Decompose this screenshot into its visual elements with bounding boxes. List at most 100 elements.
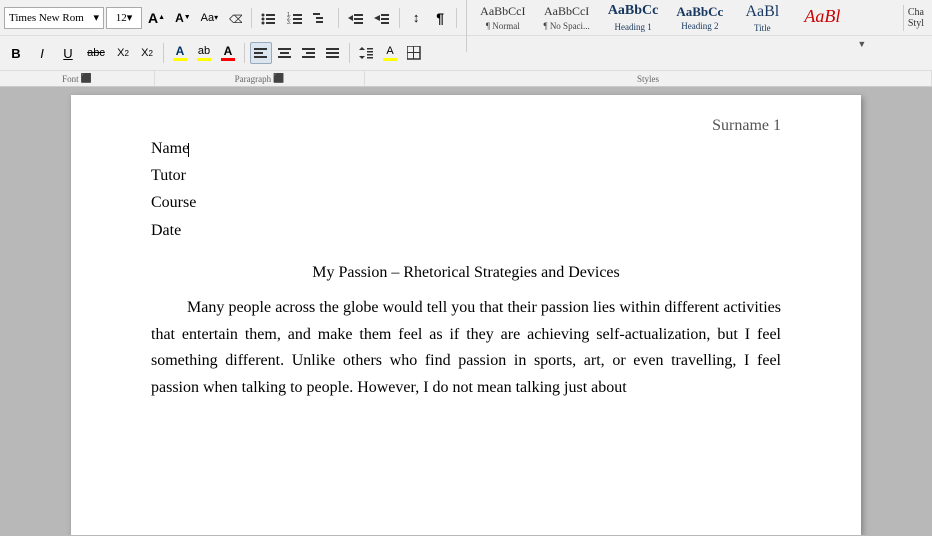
align-right-button[interactable] (298, 42, 320, 64)
paragraph1-text: Many people across the globe would tell … (151, 299, 781, 395)
decrease-indent-button[interactable] (344, 7, 368, 29)
change-case-button[interactable]: Aa▾ (197, 7, 222, 29)
highlight-button[interactable]: ab (193, 42, 215, 64)
style-extra[interactable]: AaBl (792, 0, 852, 52)
justify-button[interactable] (322, 42, 344, 64)
document-page: Surname 1 Name Tutor Course Date My Pass… (71, 95, 861, 535)
style-h2-preview: AaBbCc (676, 4, 723, 20)
separator6 (244, 43, 245, 63)
clear-format-button[interactable]: ⌫ (224, 7, 246, 29)
document-area: Surname 1 Name Tutor Course Date My Pass… (0, 87, 932, 535)
multilevel-button[interactable] (309, 7, 333, 29)
separator5 (163, 43, 164, 63)
styles-panel: AaBbCcI ¶ Normal AaBbCcI ¶ No Spaci... A… (466, 0, 899, 52)
style-nospace-label: ¶ No Spaci... (543, 21, 589, 31)
bullets-button[interactable] (257, 7, 281, 29)
paragraph1: Many people across the globe would tell … (151, 295, 781, 401)
bold-button[interactable]: B (4, 42, 28, 64)
font-color-icon: A (221, 45, 235, 61)
styles-section-label: Styles (365, 71, 932, 86)
text-effect-button[interactable]: A (169, 42, 191, 64)
font-size-arrow: ▾ (127, 11, 133, 24)
field-tutor: Tutor (151, 162, 781, 189)
separator2 (338, 8, 339, 28)
line-spacing-button[interactable] (355, 42, 377, 64)
separator3 (399, 8, 400, 28)
style-h2-label: Heading 2 (681, 21, 718, 31)
toolbar: Times New Rom ▾ 12 ▾ A▲ A▼ Aa▾ ⌫ (0, 0, 932, 87)
font-color-button[interactable]: A (217, 42, 239, 64)
increase-indent-button[interactable] (370, 7, 394, 29)
style-nospace-preview: AaBbCcI (544, 4, 589, 18)
font-name-dropdown[interactable]: Times New Rom ▾ (4, 7, 104, 29)
decrease-indent-icon (348, 11, 364, 25)
font-size-box[interactable]: 12 ▾ (106, 7, 142, 29)
tutor-text: Tutor (151, 167, 186, 184)
shading-icon: A (383, 46, 397, 61)
strikethrough-button[interactable]: abc (82, 42, 110, 64)
style-title-preview: AaBl (745, 2, 779, 21)
style-extra-preview: AaBl (804, 6, 840, 28)
show-marks-button[interactable]: ¶ (429, 7, 451, 29)
superscript-button[interactable]: X2 (136, 42, 158, 64)
separator7 (349, 43, 350, 63)
field-course: Course (151, 189, 781, 216)
svg-text:3.: 3. (287, 20, 291, 25)
change-styles-label: ChaStyl (908, 7, 924, 29)
borders-icon (407, 46, 421, 60)
font-grow-button[interactable]: A▲ (144, 7, 169, 29)
sort-button[interactable]: ↕ (405, 7, 427, 29)
font-name-label: Times New Rom (9, 12, 84, 24)
clear-format-icon: ⌫ (228, 11, 242, 25)
page-header-text: Surname 1 (712, 117, 781, 134)
date-text: Date (151, 222, 181, 239)
document-title: My Passion – Rhetorical Strategies and D… (151, 260, 781, 286)
italic-button[interactable]: I (30, 42, 54, 64)
align-left-icon (254, 47, 268, 59)
align-right-icon (302, 47, 316, 59)
font-section-label: Font ⬛ (0, 71, 155, 86)
style-normal-preview: AaBbCcI (480, 4, 525, 18)
field-name: Name (151, 135, 781, 162)
underline-button[interactable]: U (56, 42, 80, 64)
style-h2[interactable]: AaBbCc Heading 2 (667, 0, 732, 52)
paragraph-section-expander[interactable]: ⬛ (273, 73, 284, 84)
style-h1-preview: AaBbCc (608, 3, 659, 20)
style-h1-label: Heading 1 (614, 22, 651, 32)
paragraph-section-label: Paragraph ⬛ (155, 71, 365, 86)
text-effect-icon: A (173, 45, 187, 61)
highlight-icon: ab (197, 46, 211, 61)
numbering-icon: 1. 2. 3. (287, 11, 303, 25)
page-header: Surname 1 (712, 113, 781, 139)
justify-icon (326, 47, 340, 59)
numbering-button[interactable]: 1. 2. 3. (283, 7, 307, 29)
text-cursor (188, 143, 189, 157)
styles-scroll-down[interactable]: ▼ (854, 38, 869, 50)
style-title-label: Title (754, 23, 771, 33)
font-shrink-button[interactable]: A▼ (171, 7, 195, 29)
style-normal-label: ¶ Normal (486, 21, 520, 31)
change-styles-button[interactable]: ChaStyl (903, 5, 928, 31)
borders-button[interactable] (403, 42, 425, 64)
align-left-button[interactable] (250, 42, 272, 64)
font-section-expander[interactable]: ⬛ (81, 73, 92, 84)
font-size-label: 12 (116, 12, 127, 24)
line-spacing-icon (359, 47, 373, 59)
style-nospace[interactable]: AaBbCcI ¶ No Spaci... (534, 0, 598, 52)
toolbar-labels-row: Font ⬛ Paragraph ⬛ Styles (0, 70, 932, 86)
subscript-button[interactable]: X2 (112, 42, 134, 64)
multilevel-icon (313, 11, 329, 25)
style-title[interactable]: AaBl Title (732, 0, 792, 52)
field-date: Date (151, 217, 781, 244)
shading-button[interactable]: A (379, 42, 401, 64)
increase-indent-icon (374, 11, 390, 25)
style-normal[interactable]: AaBbCcI ¶ Normal (471, 0, 534, 52)
style-h1[interactable]: AaBbCc Heading 1 (599, 0, 668, 52)
course-text: Course (151, 194, 196, 211)
styles-scroll-arrows: ▲ ▼ (854, 0, 869, 52)
align-center-button[interactable] (274, 42, 296, 64)
font-name-arrow: ▾ (93, 11, 99, 24)
title-text: My Passion – Rhetorical Strategies and D… (312, 264, 620, 281)
toolbar-row1: Times New Rom ▾ 12 ▾ A▲ A▼ Aa▾ ⌫ (0, 0, 932, 36)
align-center-icon (278, 47, 292, 59)
